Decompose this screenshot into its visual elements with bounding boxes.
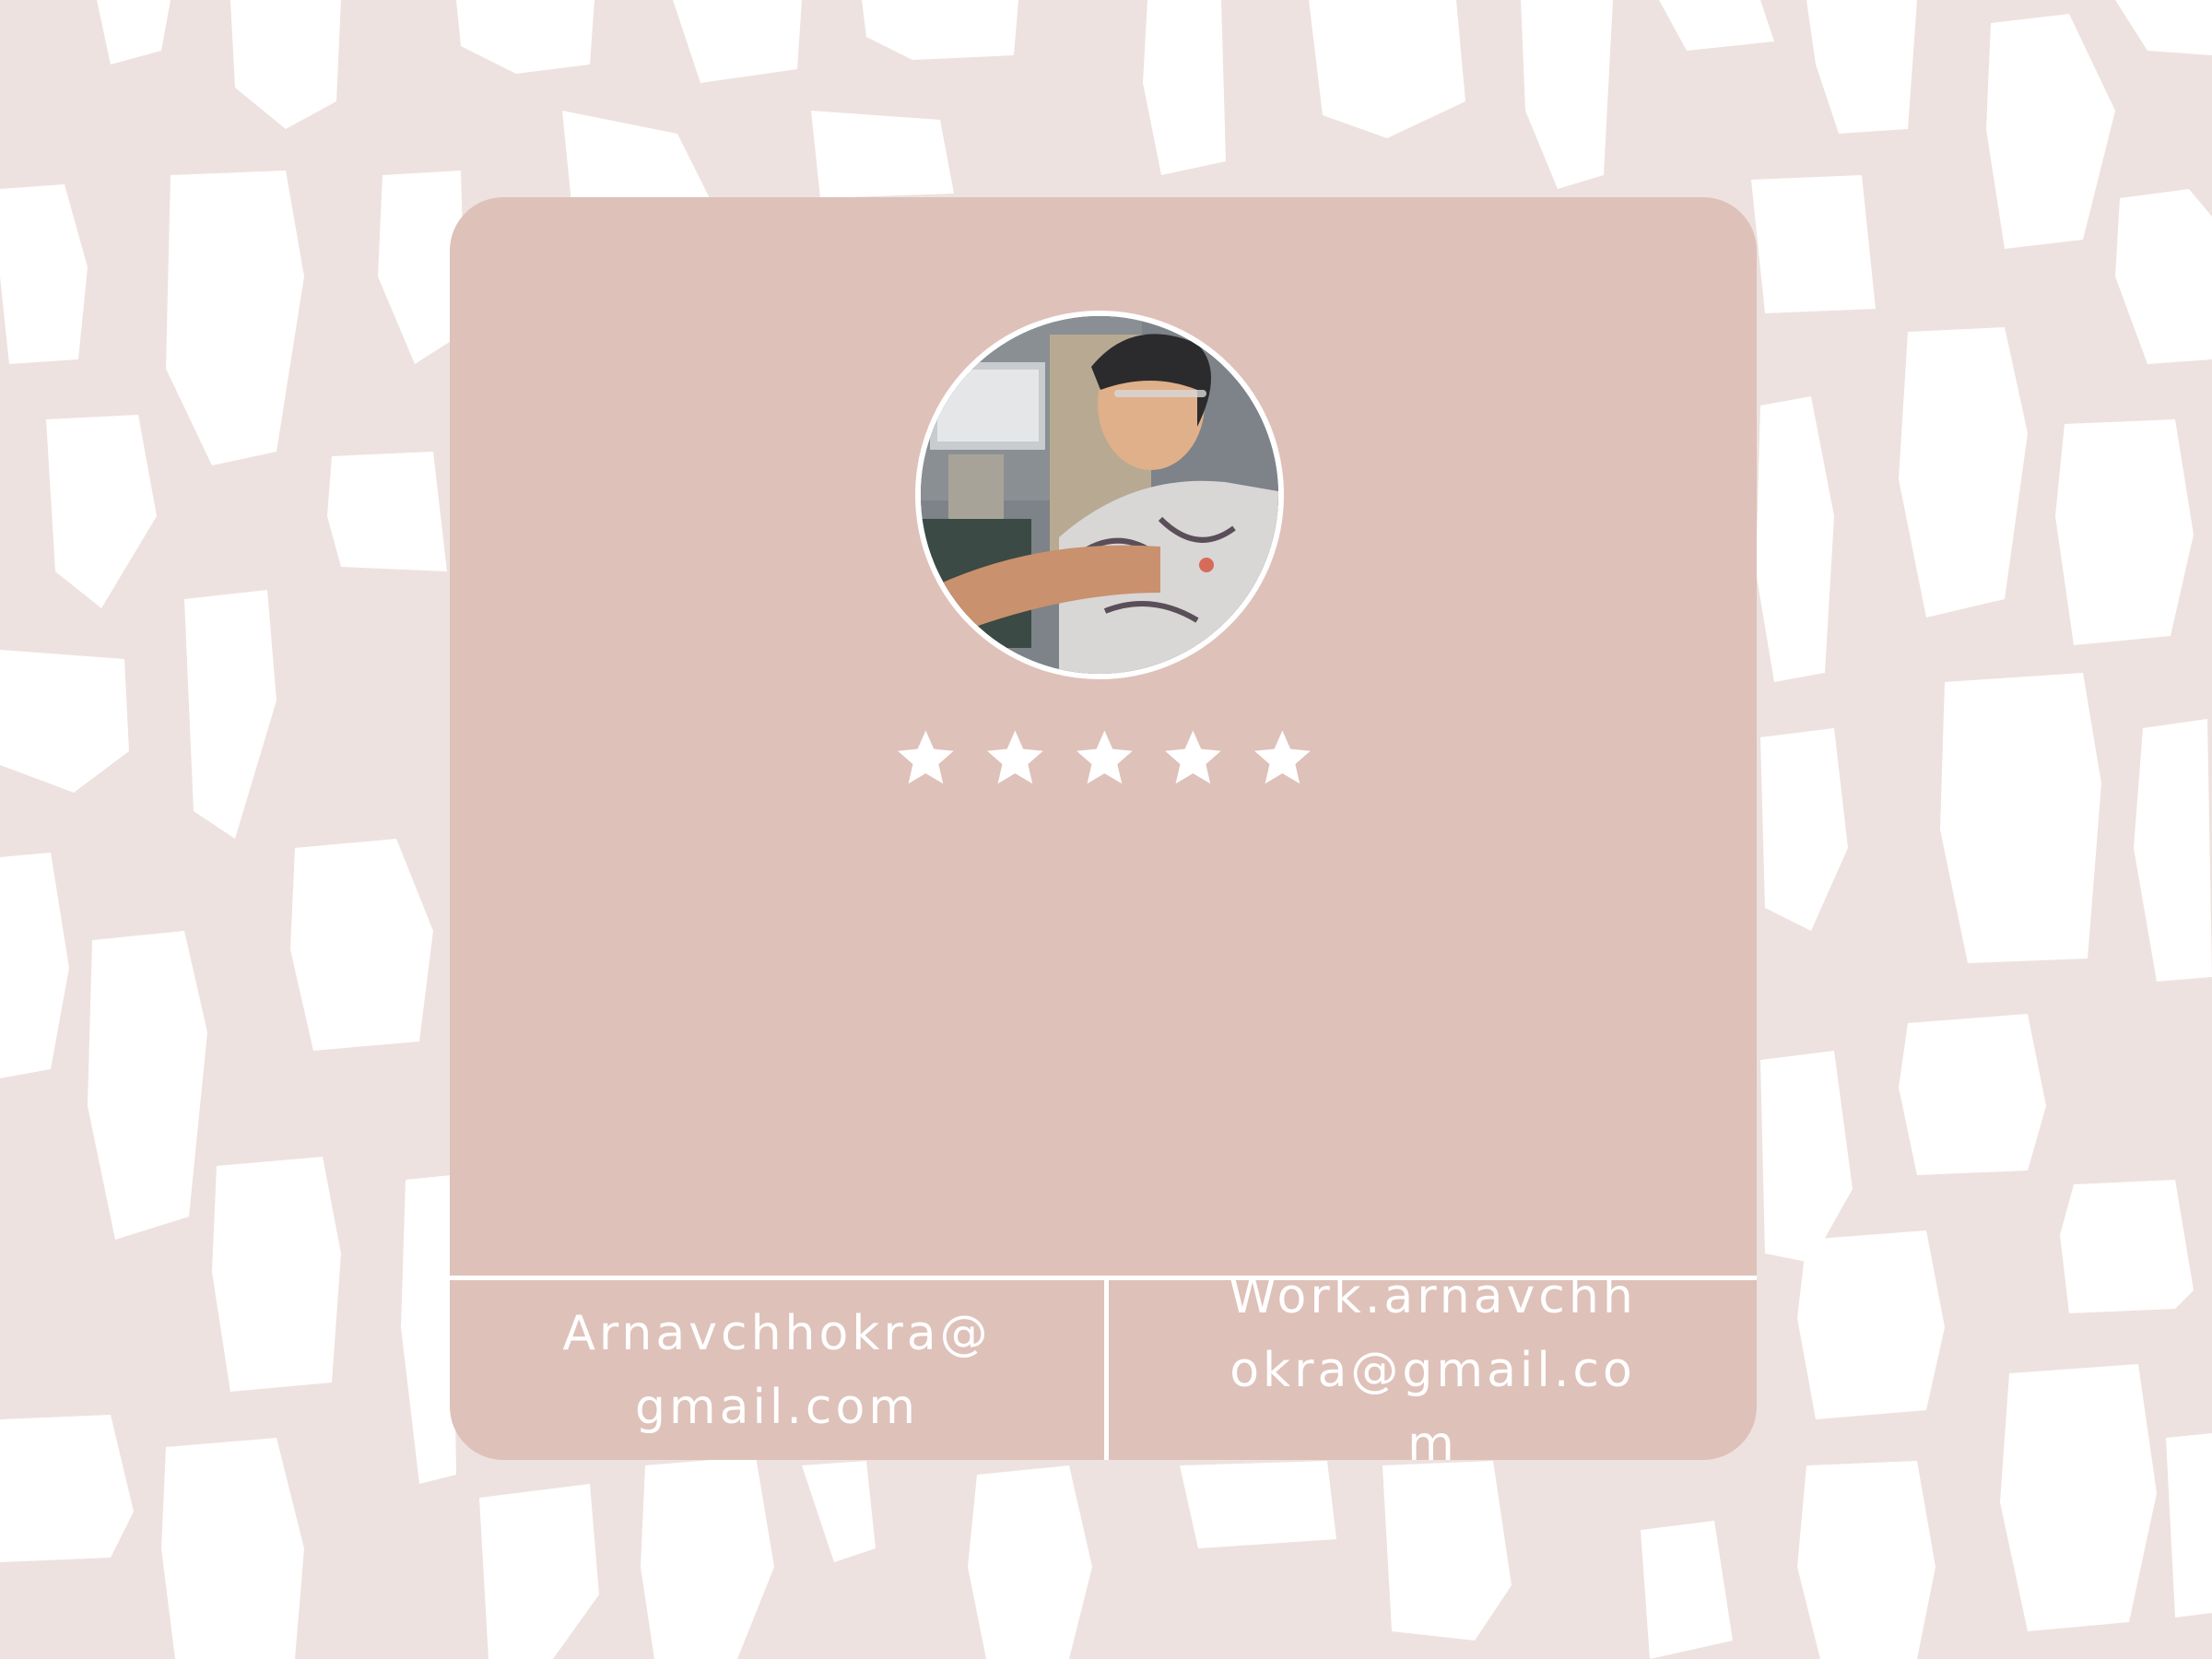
work-email[interactable]: Work.arnavchhokra@gmail.com [1217,1260,1650,1461]
star-icon [1254,730,1311,784]
star-icon [986,730,1043,784]
personal-email-cell: Arnavchhokra@gmail.com [450,1280,1104,1460]
personal-email[interactable]: Arnavchhokra@gmail.com [560,1297,994,1444]
star-icon [898,730,954,784]
profile-card: Arnavchhokra@gmail.com Work.arnavchhokra… [450,197,1757,1460]
profile-photo-illustration [921,316,1278,674]
work-email-cell: Work.arnavchhokra@gmail.com [1109,1269,1757,1461]
star-icon [1076,730,1133,784]
star-rating [892,724,1316,798]
profile-photo-icon [915,311,1284,679]
star-icon [1165,730,1222,784]
